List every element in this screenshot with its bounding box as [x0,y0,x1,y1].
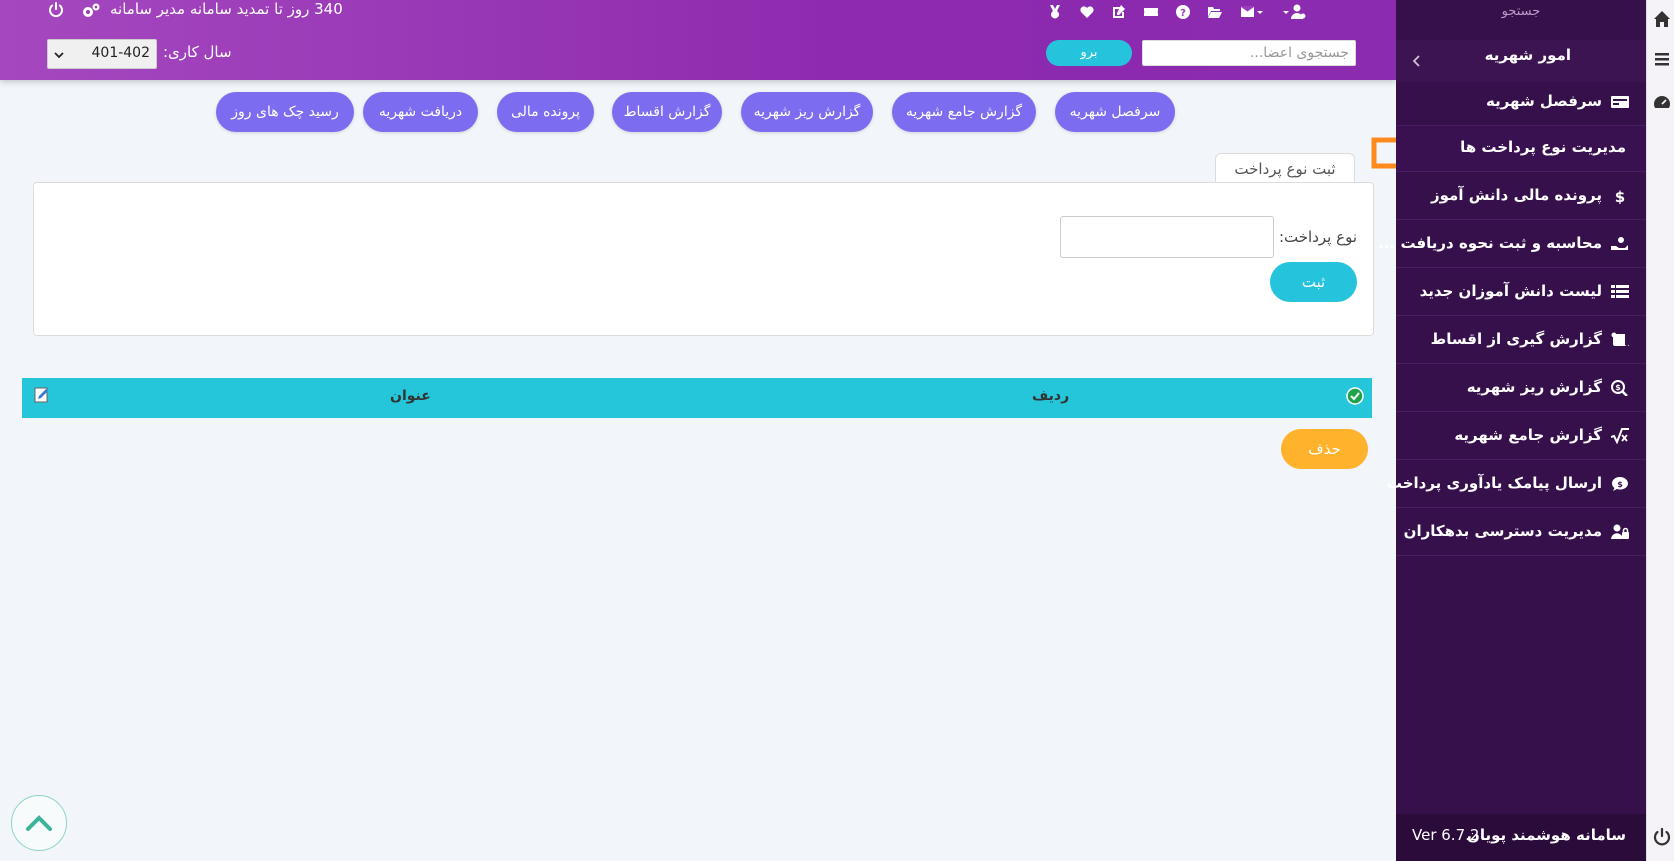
sidebar-item-debtors-access[interactable]: مدیریت دسترسی بدهکاران [1396,510,1646,556]
column-header-title: عنوان [390,388,431,404]
user-gear-icon[interactable] [1279,3,1309,21]
submit-button[interactable]: ثبت [1270,262,1357,302]
sidebar-item-payment-reminder-sms[interactable]: $ ارسال پیامک یادآوری پرداخت [1387,462,1646,508]
header-icon-bar: ? [1045,3,1321,21]
money-card-icon [1610,93,1630,111]
help-icon[interactable]: ? [1173,3,1193,21]
shortcut-buttons: سرفصل شهریه گزارش جامع شهریه گزارش ریز ش… [0,92,1396,132]
payment-type-label: نوع پرداخت: [1279,228,1357,246]
top-header: 340 روز تا تمدید سامانه مدیر سامانه سال … [0,0,1396,80]
year-value: 401-402 [91,45,151,61]
sidebar-item-tuition-headings[interactable]: سرفصل شهریه [1396,80,1646,126]
sidebar-item-new-students-list[interactable]: لیست دانش آموزان جدید [1396,270,1646,316]
dollar-icon: $ [1610,187,1630,205]
column-header-row-number: ردیف [1032,388,1070,404]
receive-tuition-button[interactable]: دریافت شهریه [363,92,478,132]
version-label: Ver 6.7.2 [1412,826,1480,844]
sidebar-section-label: امور شهریه [1484,46,1571,64]
sidebar-item-label: گزارش ریز شهریه [1466,378,1602,396]
user-lock-icon [1610,523,1630,541]
sidebar-item-installments-report[interactable]: گزارش گیری از اقساط [1396,318,1646,364]
financial-file-button[interactable]: پرونده مالی [497,92,594,132]
delete-button[interactable]: حذف [1281,429,1368,469]
sidebar-item-label: گزارش جامع شهریه [1454,426,1602,444]
year-label: سال کاری: [163,43,232,61]
chevron-down-icon [54,52,64,59]
sidebar-section-tuition[interactable]: امور شهریه [1396,40,1646,82]
table-header: ردیف عنوان [22,378,1372,418]
comment-dollar-icon: $ [1610,475,1630,493]
sidebar-item-calculate-payment[interactable]: محاسبه و ثبت نحوه دریافت ... [1378,222,1646,268]
square-root-icon [1610,427,1630,445]
sidebar-item-label: گزارش گیری از اقساط [1430,330,1602,348]
svg-text:$: $ [1617,480,1623,489]
sidebar-item-label: ارسال پیامک یادآوری پرداخت [1386,474,1602,492]
tab-register-payment-type[interactable]: ثبت نوع پرداخت [1215,153,1355,183]
check-all-icon[interactable] [1346,387,1364,405]
sidebar-item-student-financial-file[interactable]: $ پرونده مالی دانش آموز [1396,174,1646,220]
svg-text:$: $ [1615,188,1625,204]
year-select[interactable]: 401-402 [47,39,157,69]
tuition-headings-button[interactable]: سرفصل شهریه [1055,92,1175,132]
payment-type-input[interactable] [1060,216,1274,258]
sidebar-search[interactable]: جستجو [1396,4,1646,19]
go-button[interactable]: برو [1046,40,1132,66]
sidebar-item-label: محاسبه و ثبت نحوه دریافت ... [1378,234,1602,252]
sidebar-item-tuition-detail-report[interactable]: $ گزارش ریز شهریه [1396,366,1646,412]
sidebar-footer: سامانه هوشمند پویان Ver 6.7.2 [1396,814,1646,861]
settings-gears-icon[interactable] [80,2,102,20]
tuition-detail-report-button[interactable]: گزارش ریز شهریه [741,92,873,132]
scroll-to-top-button[interactable] [11,795,67,851]
table-list-icon [1610,283,1630,301]
svg-text:$: $ [1615,383,1621,392]
folder-open-icon[interactable] [1205,3,1225,21]
system-name: سامانه هوشمند پویان [1467,826,1626,844]
right-rail [1646,0,1674,861]
sidebar-item-payment-types[interactable]: مدیریت نوع پرداخت ها [1396,126,1646,172]
sidebar-item-label: مدیریت دسترسی بدهکاران [1403,522,1602,540]
sidebar: جستجو امور شهریه سرفصل شهریه مدیریت نوع … [1378,0,1646,861]
payment-type-form [33,182,1374,336]
renewal-notice: 340 روز تا تمدید سامانه مدیر سامانه [110,0,343,18]
daily-checks-receipt-button[interactable]: رسید چک های روز [216,92,354,132]
medal-icon[interactable] [1045,3,1065,21]
edit-icon[interactable] [1109,3,1129,21]
chevron-left-icon [1412,55,1420,67]
member-search-input[interactable] [1142,40,1356,66]
hand-money-icon [1610,235,1630,253]
sidebar-item-label: لیست دانش آموزان جدید [1419,282,1602,300]
tuition-full-report-button[interactable]: گزارش جامع شهریه [892,92,1036,132]
sidebar-item-label: پرونده مالی دانش آموز [1431,186,1602,204]
edit-column-icon [34,387,48,403]
envelope-icon[interactable] [1237,3,1267,21]
ticket-icon[interactable] [1141,3,1161,21]
installments-report-button[interactable]: گزارش اقساط [612,92,722,132]
power-icon[interactable] [48,2,66,20]
sidebar-item-label: سرفصل شهریه [1485,92,1602,110]
svg-text:?: ? [1180,8,1186,19]
menu-icon[interactable] [1653,50,1671,68]
heartbeat-icon[interactable] [1077,3,1097,21]
chevron-up-icon [26,815,52,831]
power-icon[interactable] [1653,827,1671,846]
dashboard-gauge-icon[interactable] [1653,93,1671,111]
scroll-icon [1610,331,1630,349]
sidebar-item-label: مدیریت نوع پرداخت ها [1460,138,1626,156]
sidebar-item-tuition-full-report[interactable]: گزارش جامع شهریه [1396,414,1646,460]
search-dollar-icon: $ [1610,379,1630,397]
home-icon[interactable] [1653,10,1671,28]
